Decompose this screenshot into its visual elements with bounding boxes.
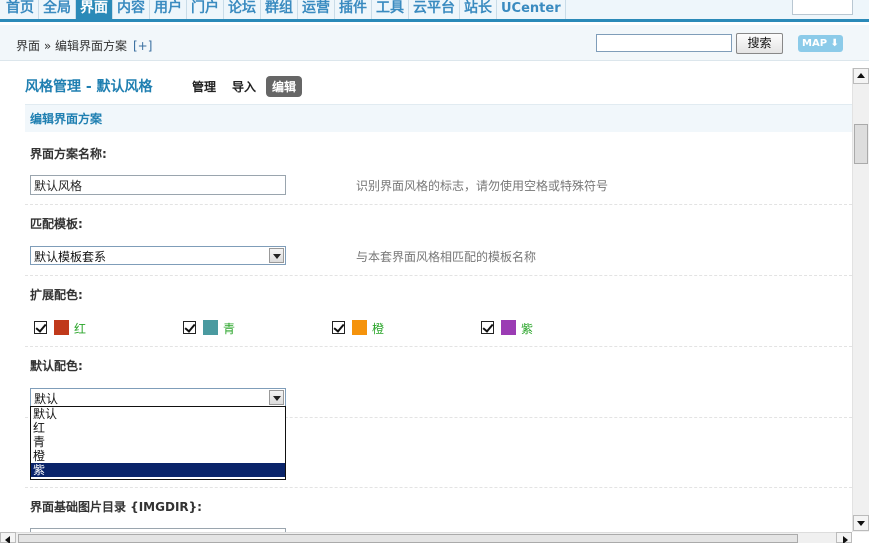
nav-tab-global[interactable]: 全局	[39, 0, 76, 19]
nav-tabs: 首页 全局 界面 内容 用户 门户 论坛 群组 运营 插件 工具 云平台 站长 …	[2, 0, 566, 19]
nav-tab-content[interactable]: 内容	[113, 0, 150, 19]
color-swatch	[54, 320, 69, 335]
main-content: 风格管理 - 默认风格 管理 导入 编辑 编辑界面方案 界面方案名称: 识别界面…	[0, 62, 852, 532]
divider	[25, 487, 852, 488]
nav-tab-style[interactable]: 界面	[76, 0, 113, 19]
color-swatch	[501, 320, 516, 335]
breadcrumb-bar: 界面 » 编辑界面方案 [+] 搜索 MAP ⬇	[0, 25, 869, 61]
dropdown-option-selected[interactable]: 紫	[31, 463, 285, 477]
ext-colors-label: 扩展配色:	[30, 288, 83, 302]
nav-tab-portal[interactable]: 门户	[187, 0, 224, 19]
scroll-thumb[interactable]	[18, 534, 798, 543]
imgdir-label: 界面基础图片目录 {IMGDIR}:	[30, 500, 202, 514]
scroll-thumb[interactable]	[854, 124, 868, 164]
ext-color-checkbox[interactable]	[34, 321, 47, 334]
nav-tab-founder[interactable]: 站长	[460, 0, 497, 19]
ext-color-name: 红	[74, 322, 87, 336]
ext-color-name: 青	[223, 322, 236, 336]
default-color-select[interactable]: 默认	[30, 388, 286, 407]
ext-colors-row: 红 青 橙 紫	[34, 318, 594, 338]
search-button[interactable]: 搜索	[736, 33, 783, 54]
top-nav: 首页 全局 界面 内容 用户 门户 论坛 群组 运营 插件 工具 云平台 站长 …	[0, 0, 869, 22]
nav-tab-operation[interactable]: 运营	[298, 0, 335, 19]
breadcrumb-add-link[interactable]: [+]	[133, 39, 152, 53]
nav-tab-plugin[interactable]: 插件	[335, 0, 372, 19]
nav-tab-tools[interactable]: 工具	[372, 0, 409, 19]
divider	[25, 346, 852, 347]
map-button[interactable]: MAP ⬇	[798, 35, 843, 52]
ext-color-checkbox[interactable]	[481, 321, 494, 334]
top-right-input[interactable]	[792, 0, 853, 15]
nav-tab-forum[interactable]: 论坛	[224, 0, 261, 19]
color-swatch	[352, 320, 367, 335]
dropdown-option[interactable]: 默认	[31, 407, 285, 421]
tab-edit[interactable]: 编辑	[266, 76, 303, 97]
scroll-right-icon[interactable]	[836, 532, 852, 543]
tab-import[interactable]: 导入	[226, 76, 262, 97]
chevron-down-icon	[269, 248, 284, 263]
scheme-name-label: 界面方案名称:	[30, 147, 107, 161]
ext-color-checkbox[interactable]	[332, 321, 345, 334]
divider	[25, 204, 852, 205]
nav-tab-user[interactable]: 用户	[150, 0, 187, 19]
search-input[interactable]	[596, 34, 732, 52]
nav-tab-ucenter[interactable]: UCenter	[497, 0, 566, 19]
default-color-label: 默认配色:	[30, 359, 83, 373]
section-title: 编辑界面方案	[30, 112, 103, 126]
dropdown-option[interactable]: 红	[31, 421, 285, 435]
scroll-down-icon[interactable]	[853, 515, 869, 531]
ext-color-checkbox[interactable]	[183, 321, 196, 334]
default-color-select-value: 默认	[34, 392, 59, 406]
template-hint: 与本套界面风格相匹配的模板名称	[356, 250, 537, 264]
dropdown-option[interactable]: 橙	[31, 449, 285, 463]
scheme-name-hint: 识别界面风格的标志，请勿使用空格或特殊符号	[356, 179, 609, 193]
scroll-left-icon[interactable]	[0, 532, 16, 543]
template-select[interactable]: 默认模板套系	[30, 246, 286, 265]
breadcrumb: 界面 » 编辑界面方案 [+]	[16, 37, 152, 54]
breadcrumb-text: 界面 » 编辑界面方案	[16, 39, 127, 53]
ext-color-name: 橙	[372, 322, 385, 336]
page-title: 风格管理 - 默认风格	[25, 79, 153, 95]
scroll-up-icon[interactable]	[853, 68, 869, 84]
tab-manage[interactable]: 管理	[186, 76, 222, 97]
horizontal-scrollbar[interactable]	[0, 532, 852, 543]
default-color-dropdown: 默认 红 青 橙 紫	[30, 406, 286, 480]
dropdown-option[interactable]: 青	[31, 435, 285, 449]
color-swatch	[203, 320, 218, 335]
chevron-down-icon	[269, 390, 284, 405]
scheme-name-input[interactable]	[30, 175, 286, 195]
nav-tab-cloud[interactable]: 云平台	[409, 0, 460, 19]
section-header: 编辑界面方案	[25, 104, 852, 132]
vertical-scrollbar[interactable]	[852, 68, 869, 532]
nav-tab-group[interactable]: 群组	[261, 0, 298, 19]
template-select-value: 默认模板套系	[34, 250, 107, 264]
divider	[25, 275, 852, 276]
title-tabs: 管理 导入 编辑	[186, 76, 303, 97]
nav-tab-home[interactable]: 首页	[2, 0, 39, 19]
template-label: 匹配模板:	[30, 217, 83, 231]
ext-color-name: 紫	[521, 322, 534, 336]
